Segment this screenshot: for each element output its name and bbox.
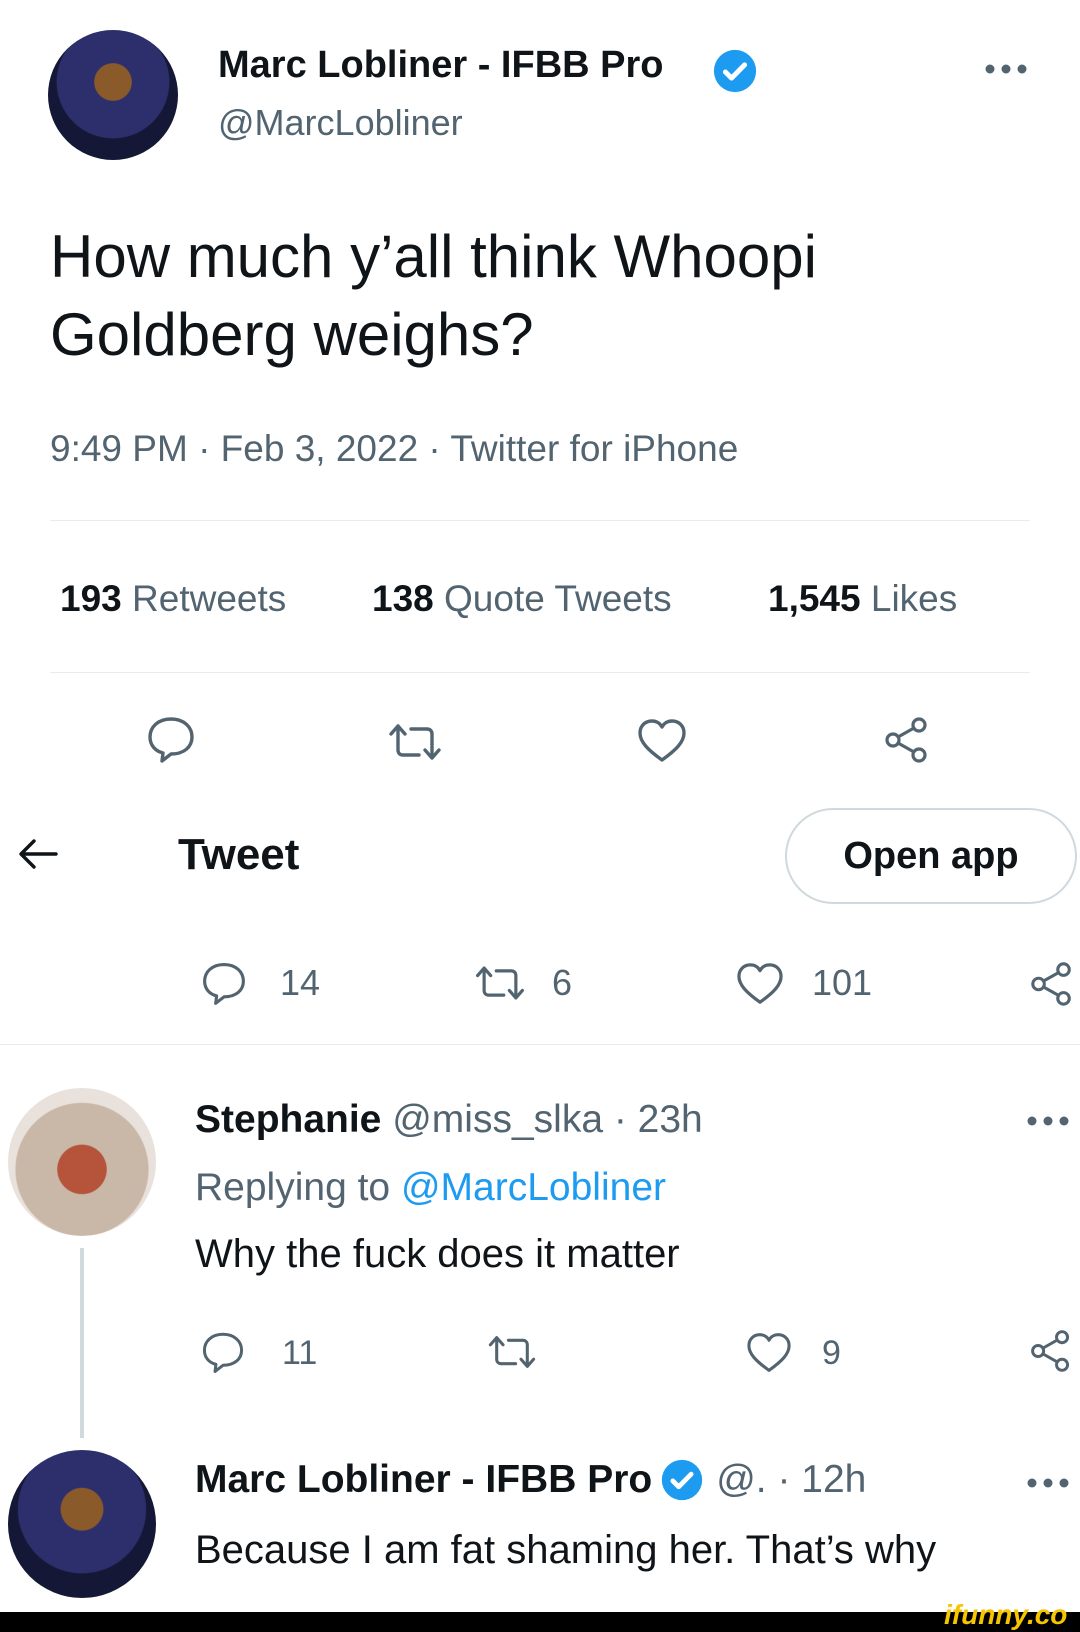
reply-text: Because I am fat shaming her. That’s why xyxy=(195,1528,937,1572)
more-options-icon[interactable] xyxy=(1024,1114,1072,1128)
watermark: ifunny.co xyxy=(944,1599,1068,1630)
more-options-icon[interactable] xyxy=(1024,1476,1072,1490)
retweet-icon[interactable] xyxy=(385,722,445,762)
tweet-text-line-1: How much y’all think Whoopi xyxy=(50,223,817,290)
likes-label: Likes xyxy=(870,578,958,619)
quote-tweets-stat[interactable]: 138 Quote Tweets xyxy=(372,578,672,620)
tweet-text-line-2: Goldberg weighs? xyxy=(50,301,534,368)
retweets-stat[interactable]: 193 Retweets xyxy=(60,578,286,620)
bottom-bar xyxy=(0,1612,1080,1632)
arrow-left-icon[interactable] xyxy=(16,836,60,872)
divider xyxy=(50,672,1030,673)
verified-badge-icon xyxy=(660,1458,704,1502)
reply-icon[interactable] xyxy=(145,715,197,763)
author-name[interactable]: Marc Lobliner - IFBB Pro xyxy=(218,44,663,87)
reply-author-name[interactable]: Stephanie xyxy=(195,1098,381,1141)
author-avatar[interactable] xyxy=(48,30,178,160)
tweet-meta[interactable]: 9:49 PM · Feb 3, 2022 · Twitter for iPho… xyxy=(50,428,738,470)
replying-to: Replying to @MarcLobliner xyxy=(195,1166,666,1210)
reply-text: Why the fuck does it matter xyxy=(195,1232,680,1276)
divider xyxy=(0,1044,1080,1045)
reply-count: 11 xyxy=(282,1334,318,1372)
header-title: Tweet xyxy=(178,830,300,879)
likes-count: 1,545 xyxy=(768,578,861,619)
retweets-label: Retweets xyxy=(132,578,287,619)
more-options-icon[interactable] xyxy=(982,62,1030,76)
reply-header: Stephanie @miss_slka · 23h xyxy=(195,1098,703,1142)
reply-icon[interactable] xyxy=(200,960,248,1006)
open-app-button[interactable]: Open app xyxy=(785,808,1077,904)
retweet-icon[interactable] xyxy=(472,964,528,1002)
like-count: 101 xyxy=(812,962,873,1003)
reply-header: Marc Lobliner - IFBB Pro @. · 12h xyxy=(195,1458,866,1502)
like-count: 9 xyxy=(822,1334,841,1372)
quote-tweets-count: 138 xyxy=(372,578,434,619)
reply-avatar[interactable] xyxy=(8,1088,156,1236)
reply-avatar[interactable] xyxy=(8,1450,156,1598)
reply-icon[interactable] xyxy=(200,1330,246,1374)
like-icon[interactable] xyxy=(636,718,688,764)
reply-count: 14 xyxy=(280,962,321,1003)
retweet-count: 6 xyxy=(552,962,573,1003)
like-icon[interactable] xyxy=(745,1332,793,1374)
share-icon[interactable] xyxy=(882,715,932,765)
thread-line xyxy=(80,1248,84,1438)
like-icon[interactable] xyxy=(735,962,785,1006)
divider xyxy=(50,520,1030,521)
reply-author-name[interactable]: Marc Lobliner - IFBB Pro xyxy=(195,1458,652,1502)
retweets-count: 193 xyxy=(60,578,122,619)
quote-tweets-label: Quote Tweets xyxy=(444,578,672,619)
retweet-icon[interactable] xyxy=(485,1334,539,1370)
reply-handle-time[interactable]: @miss_slka · 23h xyxy=(392,1098,703,1141)
reply-handle-time[interactable]: @. · 12h xyxy=(716,1458,866,1502)
replying-to-prefix: Replying to xyxy=(195,1166,391,1209)
author-handle[interactable]: @MarcLobliner xyxy=(218,102,463,144)
replying-to-handle[interactable]: @MarcLobliner xyxy=(401,1166,666,1209)
share-icon[interactable] xyxy=(1028,1328,1074,1374)
verified-badge-icon xyxy=(712,48,758,94)
likes-stat[interactable]: 1,545 Likes xyxy=(768,578,957,620)
share-icon[interactable] xyxy=(1028,960,1076,1008)
